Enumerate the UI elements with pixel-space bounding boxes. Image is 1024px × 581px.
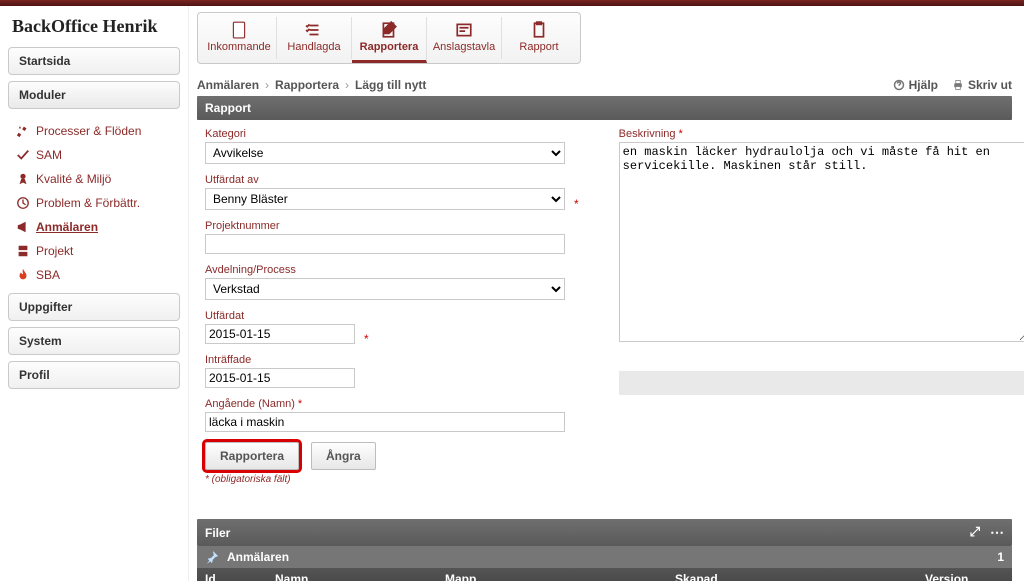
beskrivning-textarea[interactable] <box>619 142 1024 342</box>
tab-label: Handlagda <box>287 41 340 53</box>
sidebar-item-problem[interactable]: Problem & Förbättr. <box>10 191 178 215</box>
list-check-icon <box>305 21 323 39</box>
expand-icon[interactable]: ⤢ <box>970 524 980 541</box>
utfardat-input[interactable] <box>205 324 355 344</box>
crumb: Lägg till nytt <box>355 78 426 92</box>
sidebar-item-label: Processer & Flöden <box>36 124 141 138</box>
more-icon[interactable]: ⋯ <box>990 524 1004 541</box>
utfardat-av-select[interactable]: Benny Bläster <box>205 188 565 210</box>
bullhorn-icon <box>16 220 30 234</box>
projektnummer-input[interactable] <box>205 234 565 254</box>
intraffade-input[interactable] <box>205 368 355 388</box>
sidebar: BackOffice Henrik Startsida Moduler Proc… <box>0 6 189 581</box>
tab-handlagda[interactable]: Handlagda <box>277 17 352 59</box>
topright-actions: Hjälp Skriv ut <box>893 78 1012 92</box>
help-link[interactable]: Hjälp <box>893 78 938 92</box>
angaende-input[interactable] <box>205 412 565 432</box>
tab-label: Rapportera <box>360 41 419 53</box>
module-list: Processer & Flöden SAM Kvalité & Miljö P… <box>8 115 180 293</box>
print-label: Skriv ut <box>968 78 1012 92</box>
col-name: Namn <box>275 572 445 581</box>
print-link[interactable]: Skriv ut <box>952 78 1012 92</box>
col-folder: Mapp <box>445 572 675 581</box>
crumb[interactable]: Anmälaren <box>197 78 259 92</box>
submit-button[interactable]: Rapportera <box>205 442 299 470</box>
required-mark: * <box>574 197 579 211</box>
sidebar-item-kvalite[interactable]: Kvalité & Miljö <box>10 167 178 191</box>
cabinet-icon <box>16 244 30 258</box>
label-projektnummer: Projektnummer <box>205 220 579 232</box>
nav-uppgifter[interactable]: Uppgifter <box>8 293 180 321</box>
main-area: Inkommande Handlagda Rapportera Anslagst… <box>189 6 1024 581</box>
check-icon <box>16 148 30 162</box>
sheet-icon <box>230 21 248 39</box>
tab-anslagstavla[interactable]: Anslagstavla <box>427 17 502 59</box>
help-icon <box>893 79 905 91</box>
sidebar-item-label: SAM <box>36 148 62 162</box>
clock-icon <box>16 196 30 210</box>
clipboard-icon <box>530 21 548 39</box>
pin-icon <box>205 550 219 564</box>
cancel-button[interactable]: Ångra <box>311 442 376 470</box>
col-id: Id <box>205 572 275 581</box>
recycle-icon <box>16 124 30 138</box>
sidebar-item-projekt[interactable]: Projekt <box>10 239 178 263</box>
kategori-select[interactable]: Avvikelse <box>205 142 565 164</box>
col-created: Skapad <box>675 572 925 581</box>
required-hint: * (obligatoriska fält) <box>205 474 579 485</box>
crumb-sep: › <box>345 78 349 92</box>
files-title: Filer <box>205 526 230 540</box>
sidebar-item-label: Kvalité & Miljö <box>36 172 111 186</box>
sidebar-item-sba[interactable]: SBA <box>10 263 178 287</box>
nav-profil[interactable]: Profil <box>8 361 180 389</box>
tab-label: Anslagstavla <box>433 41 495 53</box>
edit-icon <box>380 21 398 39</box>
label-intraffade: Inträffade <box>205 354 579 366</box>
help-label: Hjälp <box>909 78 938 92</box>
sidebar-item-label: Projekt <box>36 244 73 258</box>
ribbon-icon <box>16 172 30 186</box>
files-table-header: Id Namn Mapp Skapad Version <box>197 568 1012 581</box>
nav-startsida[interactable]: Startsida <box>8 47 180 75</box>
placeholder-box <box>619 371 1024 395</box>
sidebar-item-sam[interactable]: SAM <box>10 143 178 167</box>
note-icon <box>455 21 473 39</box>
required-mark: * <box>679 128 683 140</box>
tab-inkommande[interactable]: Inkommande <box>202 17 277 59</box>
label-angaende: Angående (Namn)* <box>205 398 579 410</box>
files-group-title: Anmälaren <box>227 550 289 564</box>
app-title: BackOffice Henrik <box>12 16 180 37</box>
tab-label: Rapport <box>519 41 558 53</box>
label-utfardat: Utfärdat <box>205 310 579 322</box>
report-form: Kategori Avvikelse Utfärdat av Benny Blä… <box>197 120 1012 491</box>
files-group-count: 1 <box>997 550 1004 564</box>
sidebar-item-anmalaren[interactable]: Anmälaren <box>10 215 178 239</box>
tab-rapportera[interactable]: Rapportera <box>352 17 427 63</box>
flame-icon <box>16 268 30 282</box>
label-kategori: Kategori <box>205 128 579 140</box>
required-mark: * <box>364 332 369 346</box>
sidebar-item-label: Problem & Förbättr. <box>36 196 140 210</box>
nav-moduler[interactable]: Moduler <box>8 81 180 109</box>
print-icon <box>952 79 964 91</box>
crumb[interactable]: Rapportera <box>275 78 339 92</box>
label-beskrivning: Beskrivning* <box>619 128 1004 140</box>
col-version: Version <box>925 572 1004 581</box>
sidebar-item-label: Anmälaren <box>36 220 98 234</box>
nav-system[interactable]: System <box>8 327 180 355</box>
sidebar-item-label: SBA <box>36 268 60 282</box>
breadcrumb: Anmälaren › Rapportera › Lägg till nytt <box>197 78 426 92</box>
panel-title: Rapport <box>197 96 1012 120</box>
files-group-row[interactable]: Anmälaren 1 <box>197 546 1012 568</box>
tab-label: Inkommande <box>207 41 271 53</box>
top-tabs: Inkommande Handlagda Rapportera Anslagst… <box>197 12 581 64</box>
avdelning-select[interactable]: Verkstad <box>205 278 565 300</box>
label-avdelning: Avdelning/Process <box>205 264 579 276</box>
tab-rapport[interactable]: Rapport <box>502 17 576 59</box>
required-mark: * <box>298 398 302 410</box>
sidebar-item-processer[interactable]: Processer & Flöden <box>10 119 178 143</box>
crumb-sep: › <box>265 78 269 92</box>
files-section: Filer ⤢ ⋯ Anmälaren 1 Id Namn Mapp Skapa… <box>197 519 1012 581</box>
label-utfardat-av: Utfärdat av <box>205 174 579 186</box>
